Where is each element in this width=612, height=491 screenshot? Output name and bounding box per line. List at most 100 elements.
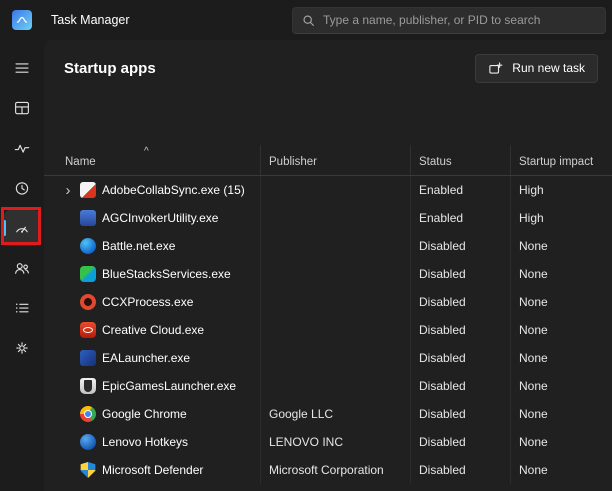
- status-cell: Enabled: [410, 204, 510, 232]
- impact-cell: High: [510, 176, 612, 204]
- sidebar: [0, 40, 44, 491]
- column-header-startup-impact[interactable]: Startup impact: [510, 145, 612, 175]
- table-row[interactable]: › AdobeCollabSync.exe (15) Enabled High: [44, 176, 612, 204]
- table-row[interactable]: AGCInvokerUtility.exe Enabled High: [44, 204, 612, 232]
- startup-apps-icon: [13, 219, 31, 237]
- status-cell: Disabled: [410, 232, 510, 260]
- app-name: Google Chrome: [102, 407, 187, 421]
- run-new-task-icon: [488, 61, 503, 76]
- name-cell: AGCInvokerUtility.exe: [44, 204, 260, 232]
- sidebar-item-startup-apps[interactable]: [4, 210, 40, 246]
- table-row[interactable]: EALauncher.exe Disabled None: [44, 344, 612, 372]
- status-cell: Disabled: [410, 344, 510, 372]
- status-cell: Disabled: [410, 372, 510, 400]
- name-cell: Creative Cloud.exe: [44, 316, 260, 344]
- publisher-cell: [260, 344, 410, 372]
- table-row[interactable]: Lenovo Hotkeys LENOVO INC Disabled None: [44, 428, 612, 456]
- table-row[interactable]: Creative Cloud.exe Disabled None: [44, 316, 612, 344]
- expand-chevron-icon[interactable]: ›: [62, 183, 74, 198]
- sidebar-item-services[interactable]: [4, 330, 40, 366]
- publisher-cell: [260, 176, 410, 204]
- name-cell: EALauncher.exe: [44, 344, 260, 372]
- app-name: Creative Cloud.exe: [102, 323, 204, 337]
- run-new-task-label: Run new task: [512, 61, 585, 75]
- table-header-row: ^ Name Publisher Status Startup impact: [44, 145, 612, 176]
- agc-invoker-utility-icon: [80, 210, 96, 226]
- column-header-publisher[interactable]: Publisher: [260, 145, 410, 175]
- publisher-cell: Google LLC: [260, 400, 410, 428]
- sidebar-item-performance[interactable]: [4, 130, 40, 166]
- sidebar-item-users[interactable]: [4, 250, 40, 286]
- task-manager-window: Task Manager: [0, 0, 612, 491]
- column-label: Status: [419, 156, 452, 168]
- users-icon: [13, 259, 31, 277]
- page-title: Startup apps: [64, 60, 156, 77]
- performance-icon: [13, 139, 31, 157]
- app-name: Battle.net.exe: [102, 239, 175, 253]
- app-name: BlueStacksServices.exe: [102, 267, 231, 281]
- publisher-cell: [260, 260, 410, 288]
- name-cell: Battle.net.exe: [44, 232, 260, 260]
- ccx-process-icon: [80, 294, 96, 310]
- titlebar: Task Manager: [0, 0, 612, 40]
- impact-cell: None: [510, 316, 612, 344]
- services-icon: [13, 339, 31, 357]
- sidebar-item-processes[interactable]: [4, 90, 40, 126]
- table-row[interactable]: CCXProcess.exe Disabled None: [44, 288, 612, 316]
- app-name: CCXProcess.exe: [102, 295, 193, 309]
- status-cell: Disabled: [410, 316, 510, 344]
- battle-net-icon: [80, 238, 96, 254]
- column-label: Startup impact: [519, 156, 593, 168]
- impact-cell: High: [510, 204, 612, 232]
- table-row[interactable]: Battle.net.exe Disabled None: [44, 232, 612, 260]
- impact-cell: None: [510, 372, 612, 400]
- google-chrome-icon: [80, 406, 96, 422]
- status-cell: Disabled: [410, 428, 510, 456]
- column-header-status[interactable]: Status: [410, 145, 510, 175]
- lenovo-hotkeys-icon: [80, 434, 96, 450]
- search-input[interactable]: [323, 13, 596, 27]
- table-row[interactable]: Microsoft Defender Microsoft Corporation…: [44, 456, 612, 484]
- task-manager-logo-icon: [12, 10, 32, 30]
- column-label: Name: [65, 156, 96, 168]
- name-cell: EpicGamesLauncher.exe: [44, 372, 260, 400]
- table-row[interactable]: Google Chrome Google LLC Disabled None: [44, 400, 612, 428]
- sort-ascending-icon: ^: [144, 146, 149, 157]
- publisher-cell: [260, 232, 410, 260]
- ea-launcher-icon: [80, 350, 96, 366]
- column-header-name[interactable]: ^ Name: [44, 145, 260, 175]
- publisher-cell: [260, 316, 410, 344]
- impact-cell: None: [510, 260, 612, 288]
- status-cell: Disabled: [410, 288, 510, 316]
- name-cell: BlueStacksServices.exe: [44, 260, 260, 288]
- app-name: AGCInvokerUtility.exe: [102, 211, 218, 225]
- name-cell: Microsoft Defender: [44, 456, 260, 484]
- publisher-cell: LENOVO INC: [260, 428, 410, 456]
- hamburger-menu-icon: [13, 59, 31, 77]
- table-row[interactable]: BlueStacksServices.exe Disabled None: [44, 260, 612, 288]
- app-title: Task Manager: [51, 13, 130, 27]
- name-cell: › AdobeCollabSync.exe (15): [44, 176, 260, 204]
- impact-cell: None: [510, 456, 612, 484]
- creative-cloud-icon: [80, 322, 96, 338]
- epic-games-launcher-icon: [80, 378, 96, 394]
- app-name: Microsoft Defender: [102, 463, 203, 477]
- run-new-task-button[interactable]: Run new task: [475, 54, 598, 83]
- table-row[interactable]: EpicGamesLauncher.exe Disabled None: [44, 372, 612, 400]
- impact-cell: None: [510, 344, 612, 372]
- publisher-cell: [260, 204, 410, 232]
- page-header: Startup apps Run new task: [44, 40, 612, 96]
- sidebar-menu-button[interactable]: [4, 50, 40, 86]
- search-box[interactable]: [292, 7, 606, 34]
- impact-cell: None: [510, 232, 612, 260]
- sidebar-item-app-history[interactable]: [4, 170, 40, 206]
- app-name: EpicGamesLauncher.exe: [102, 379, 236, 393]
- sidebar-item-details[interactable]: [4, 290, 40, 326]
- impact-cell: None: [510, 428, 612, 456]
- impact-cell: None: [510, 288, 612, 316]
- name-cell: Lenovo Hotkeys: [44, 428, 260, 456]
- app-history-icon: [13, 179, 31, 197]
- status-cell: Disabled: [410, 400, 510, 428]
- main-panel: Startup apps Run new task ^ Name Publish…: [44, 40, 612, 491]
- impact-cell: None: [510, 400, 612, 428]
